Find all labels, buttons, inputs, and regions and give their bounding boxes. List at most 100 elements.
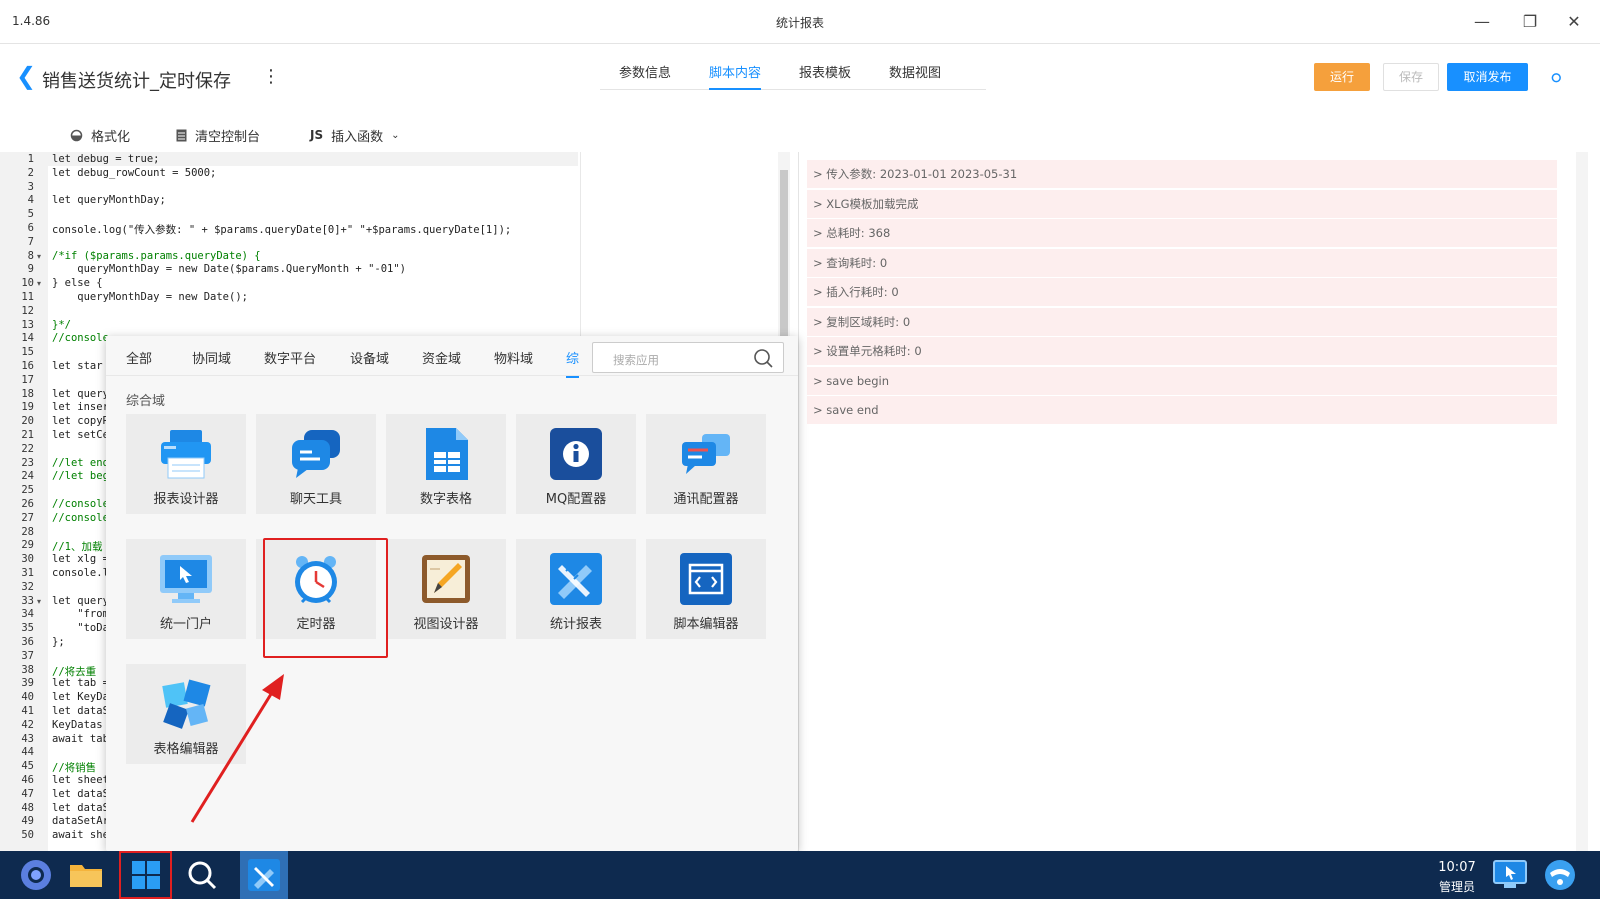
statistics-report-taskbar-icon[interactable]	[240, 851, 288, 899]
app-label: 数字表格	[419, 492, 472, 507]
app-label: 报表设计器	[153, 492, 219, 507]
code-line: dataSetAr	[52, 815, 109, 828]
line-number: 16	[21, 360, 34, 372]
code-line: /*if ($params.params.queryDate) {	[52, 249, 261, 262]
app-digital-sheet[interactable]: 数字表格	[386, 414, 506, 514]
document-icon	[176, 129, 187, 141]
line-number: 47	[21, 787, 34, 800]
tab-template[interactable]: 报表模板	[799, 44, 851, 90]
line-number: 37	[21, 649, 34, 662]
clear-console-label: 清空控制台	[195, 129, 261, 145]
line-number: 49	[21, 815, 34, 828]
key-icon[interactable]: ⚪	[1548, 66, 1565, 90]
notification-icon[interactable]	[1540, 855, 1580, 895]
code-line: //console	[52, 498, 109, 510]
pencil-paper-icon	[422, 555, 470, 603]
launcher-tab-finance[interactable]: 资金域	[422, 348, 461, 367]
app-statistics-report[interactable]: 统计报表	[516, 539, 636, 639]
clear-console-button[interactable]: 清空控制台	[176, 118, 260, 152]
back-arrow-icon[interactable]: ❮	[16, 64, 36, 88]
app-chat-tool[interactable]: 聊天工具	[256, 414, 376, 514]
folder-icon[interactable]	[66, 855, 106, 895]
tab-dataview[interactable]: 数据视图	[889, 44, 941, 90]
launcher-tab-digital[interactable]: 数字平台	[264, 348, 316, 367]
annotation-start-highlight	[119, 851, 172, 899]
desktop-monitor-icon[interactable]	[1490, 855, 1530, 895]
search-icon[interactable]	[753, 348, 773, 368]
launcher-tab-device[interactable]: 设备域	[350, 348, 389, 367]
app-label: MQ配置器	[545, 492, 607, 507]
code-line: let query	[52, 387, 109, 400]
code-line: await tab	[52, 732, 109, 745]
spreadsheet-icon	[426, 428, 468, 480]
monitor-cursor-icon	[160, 555, 212, 603]
current-user: 管理员	[1438, 880, 1475, 894]
launcher-tab-material[interactable]: 物料域	[494, 348, 533, 367]
app-script-editor[interactable]: 脚本编辑器	[646, 539, 766, 639]
message-icon	[682, 434, 730, 474]
search-icon[interactable]	[182, 855, 222, 895]
line-number: 40	[21, 691, 34, 704]
console-log-line: > 查询耗时: 0	[807, 248, 1557, 277]
line-number: 48	[21, 801, 34, 814]
line-number: 9	[27, 263, 34, 276]
search-placeholder: 搜索应用	[613, 353, 659, 367]
app-unified-portal[interactable]: 统一门户	[126, 539, 246, 639]
line-number: 24	[21, 470, 34, 483]
line-number: 33	[21, 594, 34, 607]
line-number: 39	[21, 677, 34, 690]
console-scrollbar[interactable]	[1576, 152, 1588, 851]
clock-time: 10:07	[1438, 860, 1476, 875]
title-bar: 1.4.86 统计报表 — ❐ ✕	[0, 0, 1600, 44]
line-number: 1	[27, 153, 34, 165]
more-menu-icon[interactable]: ⋮	[262, 66, 280, 87]
run-button[interactable]: 运行	[1314, 63, 1370, 91]
code-line: console.l	[52, 567, 109, 579]
fold-toggle-icon[interactable]: ▾	[37, 597, 41, 606]
launcher-tab-comprehensive[interactable]: 综	[566, 348, 580, 378]
code-line: let dataS	[52, 801, 109, 814]
launcher-tab-collab[interactable]: 协同域	[192, 348, 231, 367]
console-panel: > 传入参数: 2023-01-01 2023-05-31 > XLG模板加载完成…	[798, 152, 1588, 851]
minimize-icon[interactable]: —	[1470, 10, 1494, 34]
code-line: KeyDatas	[52, 718, 103, 731]
fold-toggle-icon[interactable]: ▾	[37, 252, 41, 261]
code-line: let star	[52, 360, 103, 372]
console-log-line: > 复制区域耗时: 0	[807, 307, 1557, 336]
line-number: 43	[21, 732, 34, 745]
code-line: };	[52, 636, 65, 648]
restore-icon[interactable]: ❐	[1518, 10, 1542, 34]
app-report-designer[interactable]: 报表设计器	[126, 414, 246, 514]
app-mq-config[interactable]: MQ配置器	[516, 414, 636, 514]
code-line: }*/	[52, 318, 71, 331]
fold-toggle-icon[interactable]: ▾	[37, 279, 41, 288]
annotation-highlight-box	[263, 538, 388, 658]
taskbar	[0, 851, 1600, 899]
line-number: 29	[21, 539, 34, 552]
line-number: 19	[21, 401, 34, 414]
format-button[interactable]: 格式化	[70, 118, 130, 152]
save-button[interactable]: 保存	[1383, 63, 1439, 91]
code-line: let dataS	[52, 705, 109, 717]
line-number: 18	[21, 387, 34, 400]
app-view-designer[interactable]: 视图设计器	[386, 539, 506, 639]
code-line: //console	[52, 332, 109, 345]
app-comm-config[interactable]: 通讯配置器	[646, 414, 766, 514]
gear-app-icon[interactable]	[16, 855, 56, 895]
line-number: 13	[21, 318, 34, 331]
line-number: 3	[27, 180, 34, 193]
code-line: let query	[52, 594, 109, 607]
unpublish-button[interactable]: 取消发布	[1447, 63, 1528, 91]
info-icon	[550, 428, 602, 480]
line-number: 20	[21, 415, 34, 428]
launcher-tab-all[interactable]: 全部	[126, 348, 152, 367]
tab-script[interactable]: 脚本内容	[709, 44, 762, 90]
console-log-line: > 插入行耗时: 0	[807, 278, 1557, 306]
line-number: 44	[21, 746, 34, 759]
tab-params[interactable]: 参数信息	[619, 44, 671, 90]
line-number: 38	[21, 663, 34, 676]
code-line: //let end	[52, 456, 109, 469]
app-search-input[interactable]: 搜索应用	[592, 342, 784, 373]
insert-function-button[interactable]: JS 插入函数 ⌄	[310, 118, 400, 152]
close-icon[interactable]: ✕	[1562, 10, 1586, 34]
